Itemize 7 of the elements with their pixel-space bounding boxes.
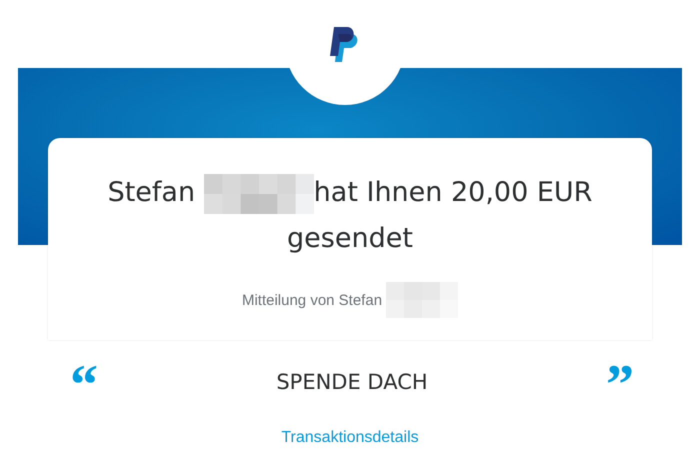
- opening-quote: “: [70, 365, 98, 399]
- sender-name: Stefan: [108, 177, 196, 208]
- transaction-details-link[interactable]: Transaktionsdetails: [281, 429, 419, 447]
- message-text: SPENDE DACH: [276, 370, 428, 394]
- closing-quote: ”: [606, 365, 634, 399]
- headline-text: hat Ihnen 20,00 EUR gesendet: [287, 177, 592, 254]
- message-label: Mitteilung von Stefan: [242, 292, 382, 308]
